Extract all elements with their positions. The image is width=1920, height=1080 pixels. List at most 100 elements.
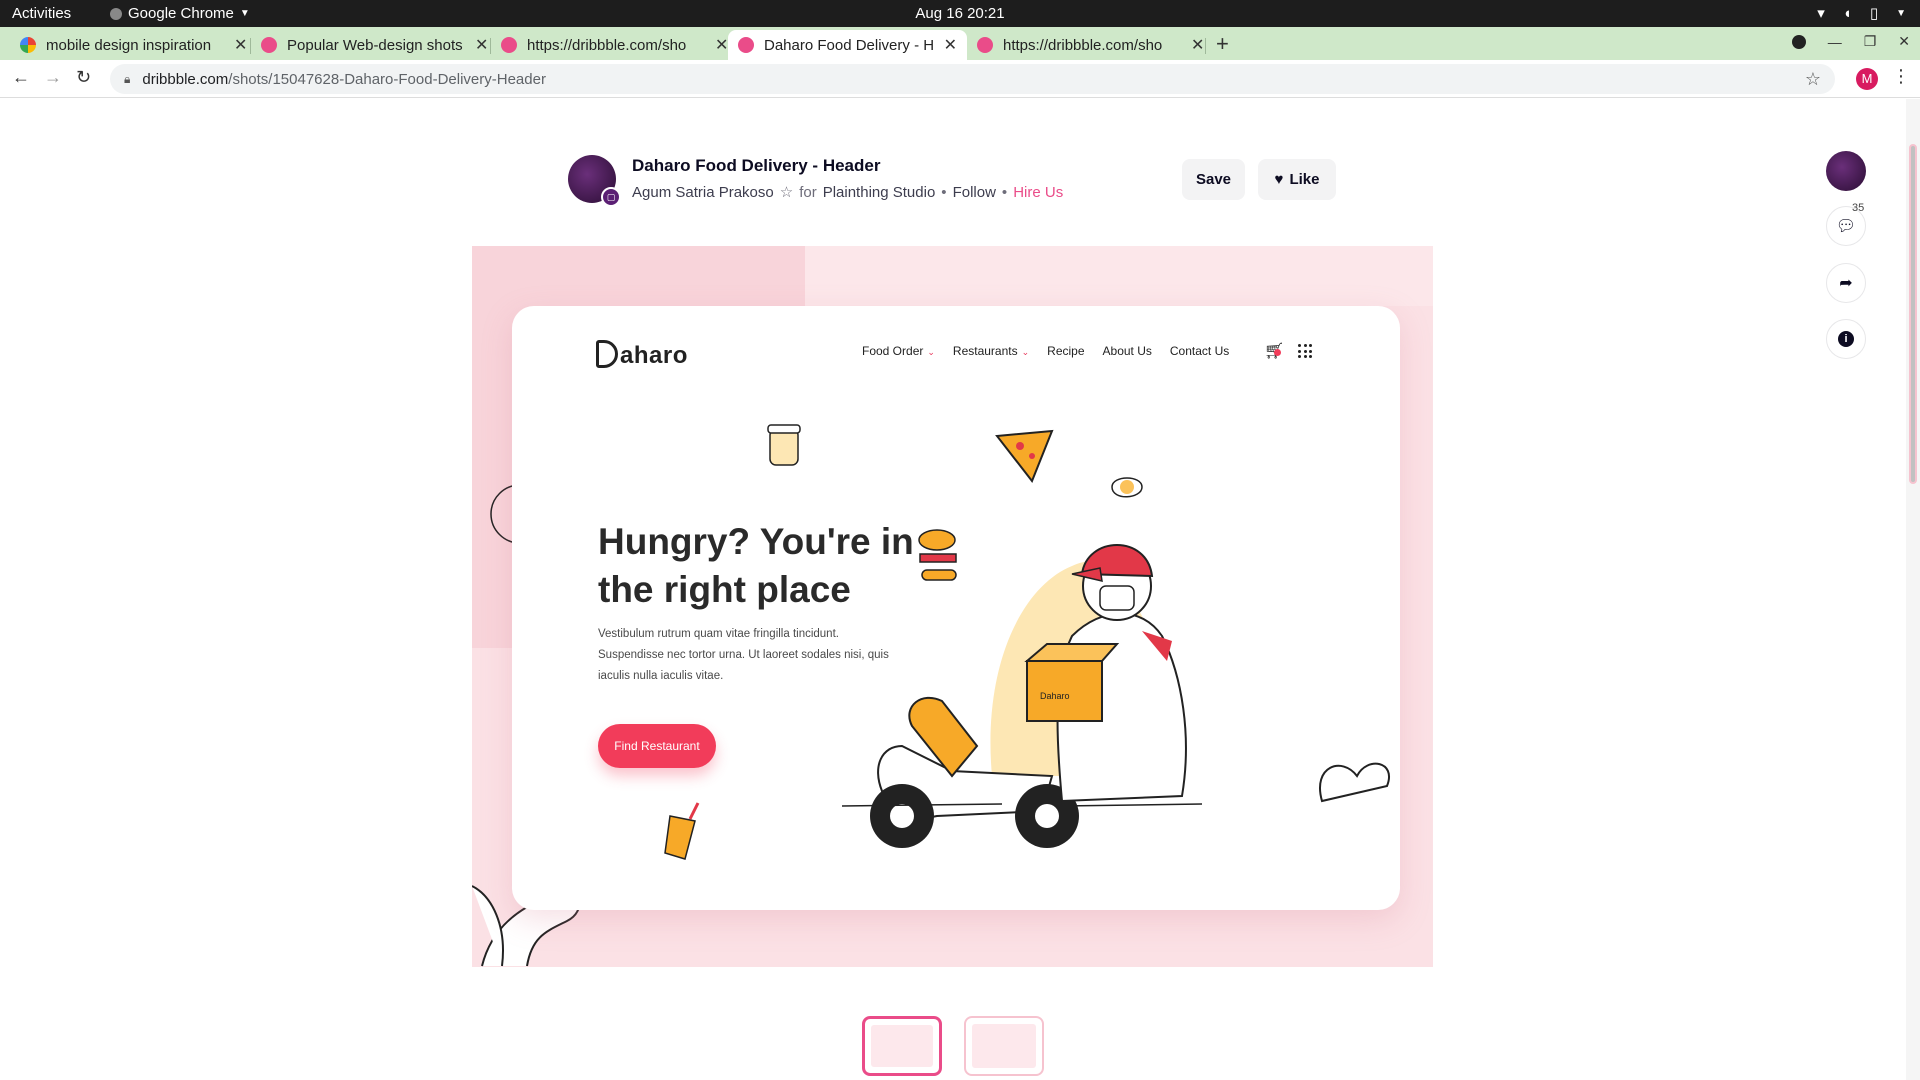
rail-designer-avatar[interactable]: [1826, 151, 1866, 191]
for-label: for: [799, 183, 817, 201]
profile-avatar[interactable]: M: [1856, 68, 1878, 90]
tab-dribbble-shot-1[interactable]: https://dribbble.com/sho ✕: [491, 30, 738, 60]
tab-dribbble-shot-2[interactable]: https://dribbble.com/sho ✕: [967, 30, 1214, 60]
volume-icon: ◖: [1842, 4, 1852, 22]
burger-illustration: [918, 529, 957, 581]
close-window-icon[interactable]: ✕: [1898, 33, 1910, 50]
activities-button[interactable]: Activities: [12, 5, 71, 22]
dribbble-icon: [501, 37, 517, 53]
tab-search-icon[interactable]: [1791, 34, 1806, 49]
logo-d-icon: [596, 340, 618, 368]
window-controls: — ❐ ✕: [1791, 33, 1910, 50]
cart-icon: 🛒︎: [1264, 341, 1284, 361]
cart-badge: [1274, 349, 1281, 356]
tab-title: mobile design inspiration: [46, 36, 212, 54]
save-button[interactable]: Save: [1182, 159, 1245, 200]
shot-thumbnail-1[interactable]: [862, 1016, 942, 1076]
tab-mobile-design[interactable]: mobile design inspiration ✕: [10, 30, 257, 60]
like-button[interactable]: ♥ Like: [1258, 159, 1336, 200]
website-mockup: aharo Food Order ⌄ Restaurants ⌄ Recipe Ab…: [512, 306, 1400, 910]
battery-icon: ▯: [1869, 5, 1879, 22]
close-icon[interactable]: ✕: [475, 35, 488, 55]
bookmark-star-icon[interactable]: ☆: [1805, 69, 1821, 90]
info-button[interactable]: i: [1826, 319, 1866, 359]
dribbble-icon: [261, 37, 277, 53]
wifi-icon: ▾: [1817, 5, 1825, 22]
drink-illustration: [664, 802, 700, 860]
shot-bg-band: [805, 246, 1433, 306]
close-icon[interactable]: ✕: [1191, 35, 1204, 55]
thumbnail-preview: [972, 1024, 1036, 1068]
dribbble-icon: [738, 37, 754, 53]
egg-illustration: [1111, 477, 1143, 498]
mockup-nav: Food Order ⌄ Restaurants ⌄ Recipe About Us…: [862, 344, 1229, 358]
mockup-nav-food-order: Food Order ⌄: [862, 344, 935, 358]
thumbnail-preview: [871, 1025, 933, 1067]
mockup-nav-recipe: Recipe: [1047, 344, 1085, 358]
find-restaurant-button: Find Restaurant: [598, 724, 716, 768]
google-icon: [20, 37, 36, 53]
shot-image[interactable]: aharo Food Order ⌄ Restaurants ⌄ Recipe Ab…: [472, 246, 1433, 967]
shot-meta: Agum Satria Prakoso ☆ for Plainthing Stu…: [632, 183, 1063, 202]
heart-icon: ♥: [1274, 171, 1284, 188]
system-top-bar: Activities Google Chrome ▼ Aug 16 20:21 …: [0, 0, 1920, 27]
info-icon: i: [1838, 331, 1854, 347]
mockup-nav-restaurants: Restaurants ⌄: [953, 344, 1029, 358]
jar-illustration: [767, 424, 801, 466]
close-icon[interactable]: ✕: [715, 35, 728, 55]
hire-us-link[interactable]: Hire Us: [1013, 184, 1063, 201]
browser-toolbar: ← → ↻ 🔒︎ dribbble.com/shots/15047628-Dah…: [0, 60, 1920, 98]
share-icon: ➦: [1839, 275, 1853, 292]
tab-title: Popular Web-design shots: [287, 36, 463, 54]
back-icon[interactable]: ←: [12, 67, 30, 88]
author-link[interactable]: Agum Satria Prakoso: [632, 184, 774, 201]
close-icon[interactable]: ✕: [944, 35, 957, 55]
pro-star-icon: ☆: [779, 184, 794, 201]
chevron-down-icon: ⌄: [1021, 347, 1030, 357]
tab-popular-web-design[interactable]: Popular Web-design shots ✕: [251, 30, 498, 60]
daharo-logo: aharo: [596, 340, 688, 370]
tab-title: https://dribbble.com/sho: [1003, 36, 1163, 54]
clock: Aug 16 20:21: [915, 5, 1005, 22]
comment-count: 35: [1852, 202, 1865, 214]
separator-dot: •: [941, 183, 947, 201]
kebab-menu-icon[interactable]: ⋮: [1892, 66, 1910, 87]
restore-icon[interactable]: ❐: [1864, 33, 1877, 50]
close-icon[interactable]: ✕: [234, 35, 247, 55]
lock-icon[interactable]: 🔒︎: [124, 72, 130, 87]
tab-title: https://dribbble.com/sho: [527, 36, 687, 54]
shot-thumbnail-2[interactable]: [964, 1016, 1044, 1076]
shot-title: Daharo Food Delivery - Header: [632, 156, 881, 175]
system-tray[interactable]: ▾ ◖ ▯ ▼: [1817, 4, 1906, 23]
tab-strip: mobile design inspiration ✕ Popular Web-…: [0, 27, 1920, 60]
team-link[interactable]: Plainthing Studio: [823, 184, 936, 201]
comment-icon: 💬︎: [1835, 218, 1857, 235]
tab-divider: [1205, 38, 1206, 54]
team-badge-icon[interactable]: ▢: [601, 187, 621, 207]
box-label: Daharo: [1040, 691, 1070, 701]
nav-label: Restaurants: [952, 344, 1018, 358]
page-scrollbar[interactable]: [1906, 99, 1920, 1080]
tab-title: Daharo Food Delivery - He: [764, 36, 934, 54]
minimize-icon[interactable]: —: [1828, 34, 1842, 50]
forward-icon[interactable]: →: [44, 67, 62, 88]
mockup-nav-contact: Contact Us: [1169, 344, 1230, 358]
url-path: /shots/15047628-Daharo-Food-Delivery-Hea…: [228, 70, 546, 88]
reload-icon[interactable]: ↻: [76, 67, 91, 88]
app-menu[interactable]: Google Chrome ▼: [110, 5, 250, 22]
share-button[interactable]: ➦: [1826, 263, 1866, 303]
app-name: Google Chrome: [128, 5, 234, 22]
nav-label: Food Order: [862, 344, 924, 358]
caret-down-icon: ▼: [1896, 7, 1906, 19]
scrollbar-thumb[interactable]: [1909, 144, 1917, 484]
url-domain: dribbble.com: [142, 70, 229, 88]
separator-dot: •: [1001, 183, 1008, 201]
address-bar[interactable]: 🔒︎ dribbble.com/shots/15047628-Daharo-Fo…: [110, 64, 1835, 94]
like-label: Like: [1289, 171, 1320, 188]
new-tab-button[interactable]: +: [1216, 31, 1229, 57]
chevron-down-icon: ⌄: [927, 347, 935, 357]
apps-grid-icon: [1298, 344, 1312, 358]
follow-link[interactable]: Follow: [953, 184, 996, 201]
caret-down-icon: ▼: [239, 8, 250, 19]
tab-daharo[interactable]: Daharo Food Delivery - He ✕: [728, 30, 967, 60]
